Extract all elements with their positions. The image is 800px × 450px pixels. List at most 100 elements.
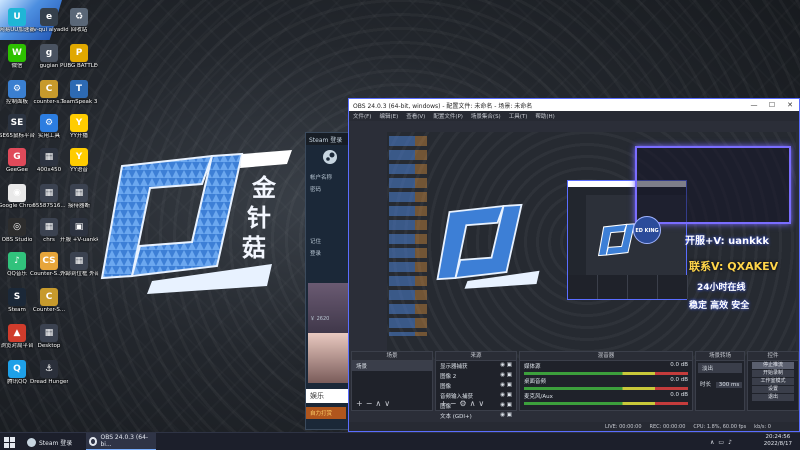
steam-footer-tag[interactable]: 自力打赏 [306,407,346,419]
volume-meter[interactable] [524,387,688,390]
mixer-header: 混音器 [520,352,692,361]
scenes-panel[interactable]: 场景 场景 +−∧∨ [351,351,433,411]
visibility-lock-icon[interactable]: ◉ ▣ [500,372,512,380]
mixer-channel-label: 桌面音频 [524,379,547,385]
tray-clock[interactable]: 20:24:56 2022/8/17 [764,434,792,448]
steam-price: ￥ 2620 [310,316,330,322]
menu-item[interactable]: 文件(F) [353,112,371,120]
app-icon: ⚓ [40,360,58,378]
taskbar-obs[interactable]: OBS 24.0.3 (64-bi... [86,433,156,450]
visibility-lock-icon[interactable]: ◉ ▣ [500,402,512,410]
scene-item[interactable]: 场景 [352,361,432,371]
steam-footer-label: 娱乐 [306,389,352,403]
desktop-icon[interactable]: Y YY开播 [60,114,98,139]
menu-item[interactable]: 查看(V) [406,112,425,120]
desktop-icon[interactable]: ♻ 回收站 [60,8,98,33]
taskbar-obs-label: OBS 24.0.3 (64-bi... [100,434,149,448]
steam-password-label: 密码 [310,187,322,193]
scenes-header: 场景 [352,352,432,361]
app-icon: ▦ [40,184,58,202]
control-button[interactable]: 设置 [752,386,794,393]
desktop-icon[interactable]: C Counter-S... [30,288,68,313]
visibility-lock-icon[interactable]: ◉ ▣ [500,392,512,400]
tray-arrow-icon[interactable]: ∧ [710,439,714,446]
source-item[interactable]: 显示器捕获 ◉ ▣ [436,361,516,371]
steam-account-label: 帐户名称 [310,175,333,181]
visibility-lock-icon[interactable]: ◉ ▣ [500,382,512,390]
app-icon: C [40,288,58,306]
minimize-icon[interactable]: — [745,99,763,111]
sources-panel[interactable]: 来源 显示器捕获 ◉ ▣ 图像 2 ◉ ▣ 图像 ◉ ▣ 音频输入捕获 ◉ ▣ 图像 ◉ ▣ 文本 … [435,351,517,420]
menu-item[interactable]: 编辑(E) [379,112,398,120]
preview-logo [436,203,540,289]
source-item[interactable]: 图像 ◉ ▣ [436,381,516,391]
logo-char-2: 针 [247,204,271,232]
obs-window[interactable]: OBS 24.0.3 (64-bit, windows) - 配置文件: 未命名… [348,98,800,432]
mixer-panel[interactable]: 混音器 媒体源 0.0 dB 桌面音频 0.0 dB 麦克风/Aux 0.0 dB [519,351,693,411]
mixer-channel-label: 媒体源 [524,364,541,370]
mixer-channel[interactable]: 媒体源 0.0 dB [520,361,692,375]
source-item[interactable]: 图像 2 ◉ ▣ [436,371,516,381]
scenes-toolbar[interactable]: +−∧∨ [356,399,393,408]
desktop-icon[interactable]: PPUBG BATTLEGR... [60,44,98,69]
mixer-channel[interactable]: 麦克风/Aux 0.0 dB [520,391,692,405]
volume-meter[interactable] [524,402,688,405]
control-button[interactable]: 开始录制 [752,370,794,377]
desktop-icon-label: 回收站 [70,27,88,33]
controls-panel[interactable]: 控件 停止推流 开始录制 工作室模式 设置 退出 [747,351,799,411]
menu-item[interactable]: 工具(T) [509,112,528,120]
start-button[interactable] [4,433,15,450]
steam-icon [27,437,36,447]
app-icon: ♻ [70,8,88,26]
volume-icon[interactable]: ♪ [728,439,732,446]
transitions-header: 场景转场 [696,352,744,361]
control-button[interactable]: 停止推流 [752,362,794,369]
mixer-channel-db: 0.0 dB [670,362,688,368]
obs-status-bar: LIVE: 00:00:00 REC: 00:00:00 CPU: 1.8%, … [349,422,799,431]
obs-menu-bar: 文件(F) 编辑(E) 查看(V) 配置文件(P) 场景集合(S) 工具(T) 帮助(H) [349,111,799,121]
controls-header: 控件 [748,352,798,361]
steam-login-button[interactable]: 登录 [306,247,354,259]
app-icon: ▦ [70,252,88,270]
tray-date: 2022/8/17 [763,441,792,447]
sources-toolbar[interactable]: +−⚙∧∨ [440,399,487,408]
menu-item[interactable]: 场景集合(S) [471,112,501,120]
app-icon: g [40,44,58,62]
visibility-lock-icon[interactable]: ◉ ▣ [500,362,512,370]
overlay-line-3: 24小时在线 [697,283,746,293]
taskbar-steam-label: Steam 登录 [39,439,73,447]
menu-item[interactable]: 配置文件(P) [433,112,463,120]
desktop-icon-label: YY开播 [70,133,88,139]
volume-meter[interactable] [524,372,688,375]
control-button[interactable]: 退出 [752,394,794,401]
app-icon: CS [40,252,58,270]
network-icon[interactable]: ▭ [718,439,724,446]
app-icon: Y [70,114,88,132]
source-item[interactable]: 文本 (GDI+) ◉ ▣ [436,411,516,421]
app-icon: S [8,288,26,306]
app-icon: Y [70,148,88,166]
duration-input[interactable]: 300 ms [715,382,743,388]
preview-icon-column-1 [389,136,415,336]
transition-select[interactable]: 淡出 [698,363,742,373]
taskbar-steam[interactable]: Steam 登录 [24,433,75,450]
close-icon[interactable]: ✕ [781,99,799,111]
app-icon: T [70,80,88,98]
desktop-icon[interactable]: ⚓ Dread Hunger [30,360,68,385]
transitions-panel[interactable]: 场景转场 淡出 时长 300 ms [695,351,745,411]
desktop-icon[interactable]: ▦ Desktop [30,324,68,349]
system-tray-icons[interactable]: ∧ ▭ ♪ [710,433,732,450]
logo-char-3: 菇 [242,234,266,262]
visibility-lock-icon[interactable]: ◉ ▣ [500,412,512,420]
desktop-icon[interactable]: T TeamSpeak 3 [60,80,98,105]
status-live: LIVE: 00:00:00 [604,423,642,430]
control-button[interactable]: 工作室模式 [752,378,794,385]
steam-remember-label[interactable]: 记住 [306,235,354,247]
mixer-channel[interactable]: 桌面音频 0.0 dB [520,376,692,390]
obs-titlebar[interactable]: OBS 24.0.3 (64-bit, windows) - 配置文件: 未命名… [349,99,799,111]
obs-preview[interactable]: ED KING 开服+V: uankkk 联系V: QXAKEV 24小时在线 … [387,132,796,360]
menu-item[interactable]: 帮助(H) [535,112,554,120]
mixer-channel-label: 麦克风/Aux [524,394,553,400]
desktop-icon-label: TeamSpeak 3 [60,99,98,105]
maximize-icon[interactable]: ☐ [763,99,781,111]
